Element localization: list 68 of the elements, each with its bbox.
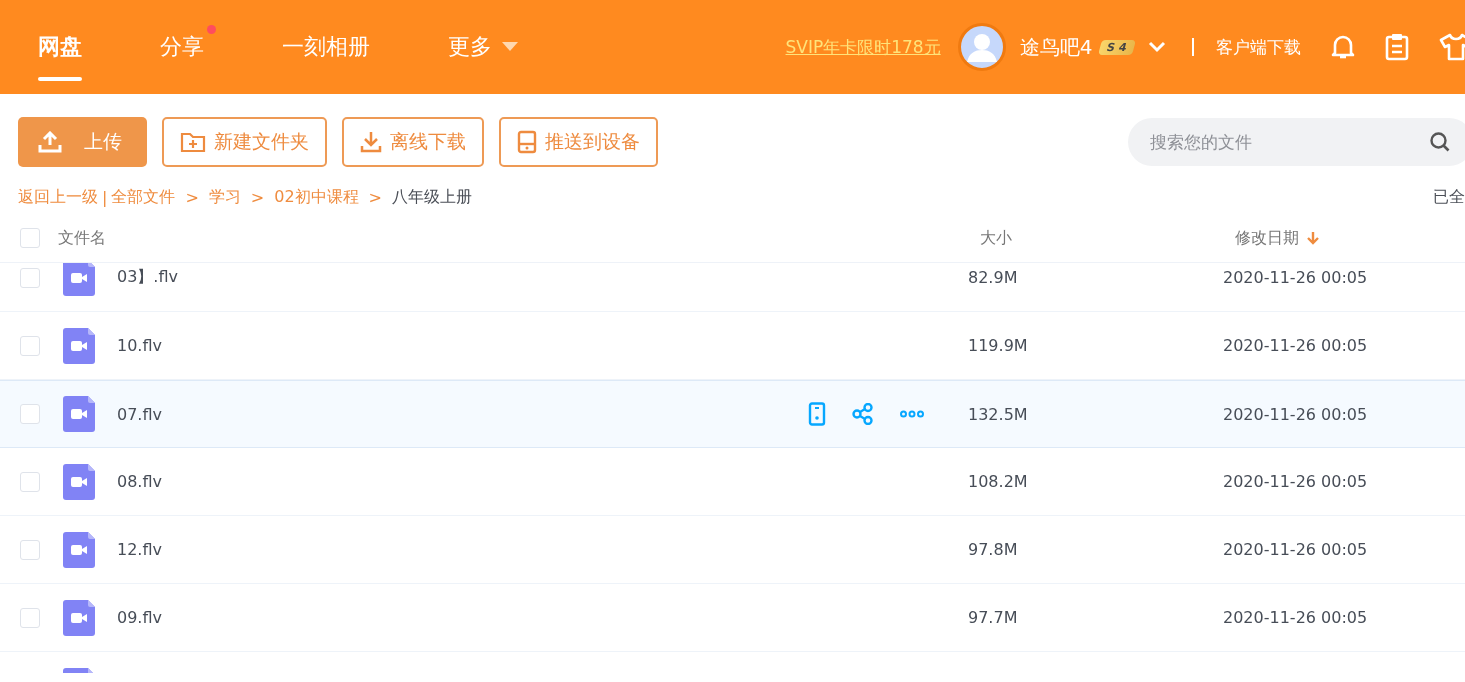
upload-icon — [38, 131, 62, 153]
breadcrumb-item[interactable]: 02初中课程 — [274, 187, 359, 208]
modified-date: 2020-11-26 00:05 — [1223, 608, 1368, 627]
file-size: 132.5M — [968, 404, 1028, 424]
toolbar-button[interactable]: 离线下载 — [342, 117, 484, 167]
chevron-down-icon[interactable] — [1148, 41, 1166, 53]
file-name[interactable]: 10.flv — [117, 336, 162, 355]
video-file-icon — [63, 396, 95, 432]
breadcrumb-separator: > — [185, 188, 199, 207]
file-size: 82.9M — [968, 268, 1018, 287]
share-icon[interactable] — [852, 403, 874, 425]
sort-down-icon[interactable] — [1307, 231, 1319, 245]
search-icon[interactable] — [1429, 131, 1451, 153]
file-name[interactable]: 09.flv — [117, 608, 162, 627]
column-header[interactable]: 大小 — [980, 227, 1012, 247]
file-name[interactable]: 08.flv — [117, 472, 162, 491]
row-checkbox[interactable] — [20, 607, 40, 628]
breadcrumb-separator: | — [102, 188, 108, 207]
phone-icon[interactable] — [808, 402, 826, 426]
avatar-icon[interactable] — [957, 23, 1006, 71]
file-row[interactable]: 09.flv 97.7M 2020-11-26 00:05 — [0, 584, 1465, 652]
row-checkbox[interactable] — [20, 539, 40, 560]
toolbar-button[interactable]: 新建文件夹 — [162, 117, 327, 167]
device-icon — [517, 130, 537, 154]
video-file-icon — [63, 531, 95, 568]
file-row[interactable]: 12.flv 97.8M 2020-11-26 00:05 — [0, 516, 1465, 584]
modified-date: 2020-11-26 00:05 — [1223, 540, 1368, 559]
file-row[interactable]: 07.flv 132.5M 2020-11-26 00:05 — [0, 380, 1465, 448]
column-header[interactable]: 文件名 — [58, 227, 106, 247]
row-checkbox[interactable] — [20, 471, 40, 492]
video-file-icon — [63, 463, 95, 500]
file-name[interactable]: 12.flv — [117, 540, 162, 559]
row-checkbox[interactable] — [20, 267, 40, 288]
modified-date: 2020-11-26 00:05 — [1223, 404, 1368, 424]
file-row[interactable]: 08.flv 108.2M 2020-11-26 00:05 — [0, 448, 1465, 516]
download-icon — [360, 131, 382, 153]
video-file-icon — [63, 327, 95, 364]
folder-add-icon — [180, 131, 206, 153]
video-file-icon — [63, 263, 95, 296]
file-name[interactable]: 03】.flv — [117, 267, 178, 286]
load-status: 已全 — [1433, 187, 1465, 208]
toolbar-button[interactable]: 推送到设备 — [499, 117, 658, 167]
breadcrumb-item[interactable]: 学习 — [208, 187, 241, 208]
breadcrumb-separator: > — [368, 188, 382, 207]
bell-icon[interactable] — [1331, 34, 1355, 60]
file-size: 108.2M — [968, 472, 1028, 491]
file-size: 97.8M — [968, 540, 1018, 559]
search-field[interactable]: 搜索您的文件 — [1128, 118, 1465, 166]
select-all-checkbox[interactable] — [20, 228, 40, 248]
file-size: 119.9M — [968, 336, 1028, 355]
file-row[interactable]: 03】.flv 82.9M 2020-11-26 00:05 — [0, 263, 1465, 312]
more-icon[interactable] — [900, 410, 924, 418]
back-link[interactable]: 返回上一级 — [18, 187, 98, 208]
modified-date: 2020-11-26 00:05 — [1223, 472, 1368, 491]
shirt-icon[interactable] — [1439, 33, 1465, 61]
breadcrumb-item: 八年级上册 — [391, 187, 472, 208]
video-file-icon — [63, 599, 95, 636]
clipboard-icon[interactable] — [1385, 33, 1409, 61]
breadcrumb-separator: > — [250, 188, 265, 207]
breadcrumb-item[interactable]: 全部文件 — [111, 187, 176, 208]
file-size: 97.7M — [968, 608, 1018, 627]
level-badge: S 4 — [1098, 39, 1136, 55]
modified-date: 2020-11-26 00:05 — [1223, 336, 1368, 355]
file-name[interactable]: 07.flv — [117, 404, 162, 424]
modified-date: 2020-11-26 00:05 — [1223, 268, 1368, 287]
row-checkbox[interactable] — [20, 404, 40, 424]
row-checkbox[interactable] — [20, 335, 40, 356]
column-header[interactable]: 修改日期 — [1235, 227, 1299, 249]
